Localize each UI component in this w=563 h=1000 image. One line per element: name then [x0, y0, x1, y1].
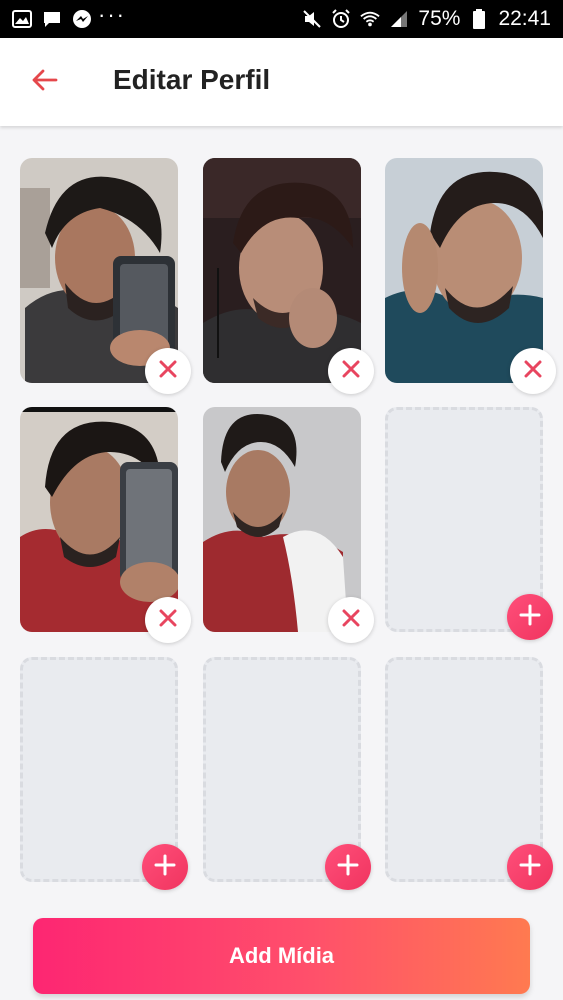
media-slot-7[interactable]: [20, 657, 188, 890]
back-button[interactable]: [28, 66, 60, 98]
arrow-left-icon: [30, 68, 58, 97]
add-photo-button-7[interactable]: [142, 844, 188, 890]
media-slot-4[interactable]: [20, 407, 191, 643]
remove-photo-button-4[interactable]: [145, 597, 191, 643]
status-bar: ··· 75% 22:41: [0, 0, 563, 38]
close-icon: [342, 360, 360, 383]
profile-photo-5: [203, 407, 361, 632]
mute-icon: [302, 9, 322, 29]
plus-icon: [337, 854, 359, 881]
signal-icon: [389, 9, 409, 29]
profile-photo-3: [385, 158, 543, 383]
messenger-icon: [72, 9, 92, 29]
media-slot-2[interactable]: [203, 158, 374, 394]
remove-photo-button-2[interactable]: [328, 348, 374, 394]
alarm-icon: [331, 9, 351, 29]
more-dots-icon: ···: [98, 2, 126, 27]
page-title: Editar Perfil: [113, 64, 271, 95]
add-photo-button-6[interactable]: [507, 594, 553, 640]
media-slot-5[interactable]: [203, 407, 374, 643]
battery-percent: 75%: [418, 7, 461, 30]
profile-photo-4: [20, 407, 178, 632]
message-icon: [42, 9, 62, 29]
image-icon: [12, 9, 32, 29]
profile-photo-1: [20, 158, 178, 383]
media-slot-8[interactable]: [203, 657, 371, 890]
close-icon: [159, 360, 177, 383]
app-header: Editar Perfil: [0, 38, 563, 126]
profile-photo-2: [203, 158, 361, 383]
status-time: 22:41: [498, 7, 551, 30]
close-icon: [524, 360, 542, 383]
media-slot-9[interactable]: [385, 657, 553, 890]
close-icon: [342, 609, 360, 632]
remove-photo-button-1[interactable]: [145, 348, 191, 394]
media-slot-1[interactable]: [20, 158, 191, 394]
status-right-icons: 75% 22:41: [302, 7, 551, 31]
plus-icon: [519, 604, 541, 631]
add-media-button[interactable]: Add Mídia: [33, 918, 530, 994]
media-slot-6[interactable]: [385, 407, 553, 640]
status-left-icons: ···: [12, 4, 124, 29]
plus-icon: [154, 854, 176, 881]
close-icon: [159, 609, 177, 632]
battery-icon: [469, 9, 489, 29]
media-slot-3[interactable]: [385, 158, 556, 394]
remove-photo-button-5[interactable]: [328, 597, 374, 643]
plus-icon: [519, 854, 541, 881]
wifi-icon: [360, 9, 381, 29]
media-grid: [0, 126, 563, 916]
add-photo-button-9[interactable]: [507, 844, 553, 890]
remove-photo-button-3[interactable]: [510, 348, 556, 394]
add-photo-button-8[interactable]: [325, 844, 371, 890]
